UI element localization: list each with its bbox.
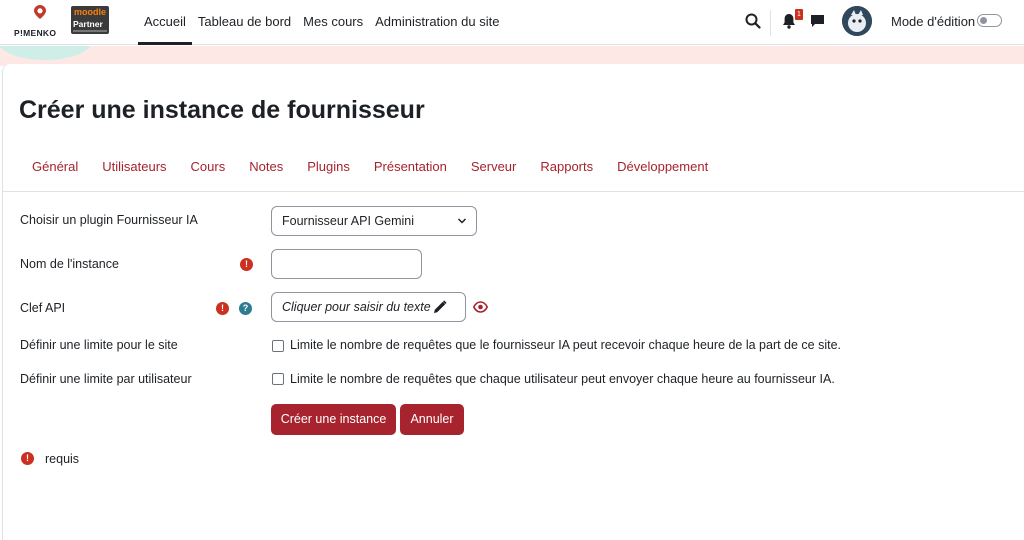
toggle-knob [980,17,987,24]
site-limit-checkbox[interactable] [272,340,284,352]
chevron-down-icon [457,218,467,224]
avatar-image [842,6,872,36]
tab-utilisateurs[interactable]: Utilisateurs [90,157,178,179]
decoration-shape [0,46,90,60]
create-instance-button[interactable]: Créer une instance [271,404,396,435]
top-navbar: P!MENKO moodle Partner Accueil Tableau d… [0,0,1024,45]
provider-select-value: Fournisseur API Gemini [282,214,414,228]
header-decoration [0,46,1024,66]
tab-notes[interactable]: Notes [237,157,295,179]
pencil-icon[interactable] [433,300,447,314]
user-limit-description[interactable]: Limite le nombre de requêtes que chaque … [290,372,835,386]
nav-link-administration[interactable]: Administration du site [369,0,505,45]
tab-developpement[interactable]: Développement [605,157,720,179]
user-limit-checkbox[interactable] [272,373,284,385]
admin-secondary-navigation: Général Utilisateurs Cours Notes Plugins… [20,157,720,179]
api-key-label: Clef API [20,301,66,315]
user-avatar[interactable] [842,6,872,36]
search-icon[interactable] [745,13,761,29]
logo-divider [73,30,107,32]
tab-general[interactable]: Général [20,157,90,179]
cancel-button[interactable]: Annuler [400,404,464,435]
moodle-partner-logo[interactable]: moodle Partner [71,6,109,34]
primary-navigation: Accueil Tableau de bord Mes cours Admini… [138,0,505,45]
provider-select[interactable]: Fournisseur API Gemini [271,206,477,236]
site-limit-label: Définir une limite pour le site [20,338,178,352]
edit-mode-toggle[interactable] [977,14,1002,27]
main-content-card [2,64,1024,540]
instance-name-input[interactable] [271,249,422,279]
bell-icon[interactable] [782,13,796,29]
tab-plugins[interactable]: Plugins [295,157,362,179]
required-note: requis [45,452,80,466]
moodle-logo-text: moodle [74,7,107,17]
notification-count-badge: 1 [795,9,803,20]
navbar-divider [770,10,771,36]
tabs-divider [2,191,1024,192]
tab-rapports[interactable]: Rapports [528,157,605,179]
required-icon: ! [216,302,229,315]
tab-serveur[interactable]: Serveur [459,157,529,179]
provider-label: Choisir un plugin Fournisseur IA [20,213,198,227]
tab-cours[interactable]: Cours [179,157,238,179]
tab-presentation[interactable]: Présentation [362,157,459,179]
site-limit-description[interactable]: Limite le nombre de requêtes que le four… [290,338,841,352]
message-icon[interactable] [810,14,825,28]
user-limit-label: Définir une limite par utilisateur [20,372,192,386]
edit-mode-label: Mode d'édition [891,14,976,29]
api-key-placeholder: Cliquer pour saisir du texte [282,300,431,314]
page-title: Créer une instance de fournisseur [19,96,425,124]
pimenko-logo-text: P!MENKO [14,28,57,38]
pimenko-logo[interactable]: P!MENKO [14,5,64,39]
eye-icon[interactable] [473,301,488,313]
instance-name-label: Nom de l'instance [20,257,119,271]
map-pin-icon [34,5,46,19]
required-icon: ! [21,452,34,465]
partner-logo-text: Partner [73,19,103,29]
nav-link-mes-cours[interactable]: Mes cours [297,0,369,45]
nav-link-accueil[interactable]: Accueil [138,0,192,45]
help-icon[interactable]: ? [239,302,252,315]
required-icon: ! [240,258,253,271]
nav-link-tableau-de-bord[interactable]: Tableau de bord [192,0,297,45]
